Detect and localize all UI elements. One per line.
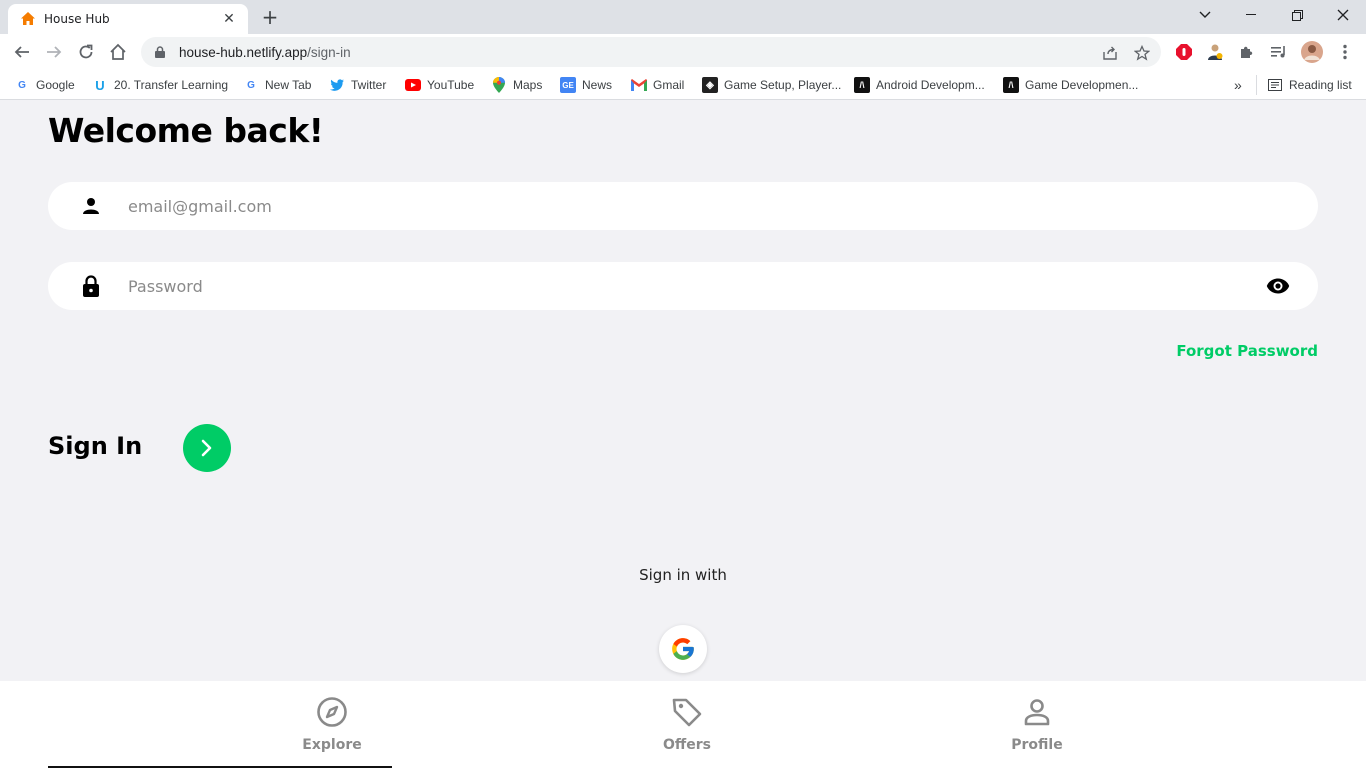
bookmark-youtube[interactable]: YouTube bbox=[405, 75, 474, 95]
chevron-right-icon bbox=[201, 439, 212, 457]
bottom-navbar: Explore Offers Profile bbox=[0, 681, 1366, 768]
minimize-icon[interactable] bbox=[1228, 0, 1274, 30]
forward-icon[interactable] bbox=[40, 38, 68, 66]
bookmark-google[interactable]: G Google bbox=[14, 75, 75, 95]
tab-strip: House Hub ✕ + bbox=[0, 0, 1366, 34]
restore-icon[interactable] bbox=[1274, 0, 1320, 30]
youtube-icon bbox=[405, 77, 421, 93]
sign-in-label: Sign In bbox=[48, 432, 143, 460]
email-field bbox=[48, 182, 1318, 230]
nav-profile[interactable]: Profile bbox=[977, 695, 1097, 753]
house-favicon-icon bbox=[20, 11, 36, 27]
bookmark-new-tab[interactable]: G New Tab bbox=[243, 75, 311, 95]
lock-icon bbox=[80, 275, 102, 297]
compass-icon bbox=[315, 695, 349, 729]
media-control-icon[interactable] bbox=[1269, 42, 1289, 62]
person-icon bbox=[1020, 695, 1054, 729]
browser-toolbar: house-hub.netlify.app/sign-in bbox=[0, 34, 1366, 70]
bookmarks-bar: G Google U 20. Transfer Learning G New T… bbox=[0, 70, 1366, 100]
bookmark-label: Game Developmen... bbox=[1025, 78, 1139, 92]
password-field bbox=[48, 262, 1318, 310]
bookmark-star-icon[interactable] bbox=[1133, 44, 1151, 62]
bookmark-label: Game Setup, Player... bbox=[724, 78, 842, 92]
person-icon bbox=[80, 195, 102, 217]
bookmark-label: New Tab bbox=[265, 78, 312, 92]
bookmark-news[interactable]: GE News bbox=[560, 75, 612, 95]
agent-extension-icon[interactable] bbox=[1205, 42, 1225, 62]
email-input[interactable] bbox=[128, 182, 1228, 230]
udemy-icon: U bbox=[95, 77, 105, 93]
bookmark-game-development[interactable]: /\ Game Developmen... bbox=[1003, 75, 1138, 95]
extensions-puzzle-icon[interactable] bbox=[1237, 42, 1257, 62]
tag-icon bbox=[670, 695, 704, 729]
bookmark-gmail[interactable]: Gmail bbox=[631, 75, 684, 95]
share-icon[interactable] bbox=[1101, 44, 1119, 62]
url-host: house-hub.netlify.app bbox=[179, 44, 308, 60]
show-password-icon[interactable] bbox=[1266, 275, 1290, 297]
google-icon: G bbox=[18, 79, 26, 91]
reading-list-icon bbox=[1267, 77, 1283, 93]
unreal-icon: /\ bbox=[854, 77, 870, 93]
browser-tab[interactable]: House Hub ✕ bbox=[8, 4, 248, 34]
sign-in-page: Welcome back! Forgot Password Sign In Si… bbox=[0, 101, 1366, 768]
nav-label: Offers bbox=[663, 737, 711, 753]
page-title: Welcome back! bbox=[48, 111, 324, 150]
bookmark-transfer-learning[interactable]: U 20. Transfer Learning bbox=[92, 75, 228, 95]
bookmark-label: Google bbox=[36, 78, 75, 92]
forgot-password-link[interactable]: Forgot Password bbox=[1176, 342, 1318, 360]
bookmark-label: News bbox=[582, 78, 613, 92]
tab-search-icon[interactable] bbox=[1182, 0, 1228, 30]
tab-title: House Hub bbox=[44, 12, 110, 26]
close-tab-icon[interactable]: ✕ bbox=[220, 10, 238, 28]
maps-icon bbox=[491, 77, 507, 93]
close-window-icon[interactable] bbox=[1320, 0, 1366, 30]
bookmark-label: YouTube bbox=[427, 78, 475, 92]
reading-list-label: Reading list bbox=[1289, 78, 1352, 92]
bookmark-label: Twitter bbox=[351, 78, 387, 92]
more-bookmarks-button[interactable]: » bbox=[1234, 75, 1242, 95]
sign-in-button[interactable] bbox=[183, 424, 231, 472]
bookmark-android-development[interactable]: /\ Android Developm... bbox=[854, 75, 985, 95]
adblock-extension-icon[interactable] bbox=[1174, 42, 1194, 62]
google-sign-in-button[interactable] bbox=[659, 625, 707, 673]
unreal-icon: /\ bbox=[1003, 77, 1019, 93]
sign-in-with-text: Sign in with bbox=[639, 566, 727, 584]
bookmark-twitter[interactable]: Twitter bbox=[329, 75, 386, 95]
new-tab-icon[interactable]: + bbox=[259, 5, 281, 29]
chrome-menu-icon[interactable] bbox=[1335, 42, 1355, 62]
reload-icon[interactable] bbox=[72, 38, 100, 66]
url-text: house-hub.netlify.app/sign-in bbox=[179, 45, 351, 60]
unity-icon: ◈ bbox=[702, 77, 718, 93]
bookmark-label: Android Developm... bbox=[876, 78, 985, 92]
password-input[interactable] bbox=[128, 262, 1228, 310]
news-icon: GE bbox=[560, 77, 576, 93]
nav-label: Explore bbox=[302, 737, 362, 753]
nav-offers[interactable]: Offers bbox=[627, 695, 747, 753]
nav-label: Profile bbox=[1011, 737, 1063, 753]
home-icon[interactable] bbox=[104, 38, 132, 66]
back-icon[interactable] bbox=[8, 38, 36, 66]
bookmark-label: 20. Transfer Learning bbox=[114, 78, 229, 92]
bookmark-maps[interactable]: Maps bbox=[491, 75, 542, 95]
gmail-icon bbox=[631, 77, 647, 93]
address-bar[interactable]: house-hub.netlify.app/sign-in bbox=[141, 37, 1161, 67]
google-icon bbox=[672, 638, 694, 660]
bookmark-label: Gmail bbox=[653, 78, 685, 92]
profile-avatar[interactable] bbox=[1300, 40, 1324, 64]
twitter-icon bbox=[329, 77, 345, 93]
bookmark-label: Maps bbox=[513, 78, 543, 92]
bookmark-game-setup[interactable]: ◈ Game Setup, Player... bbox=[702, 75, 841, 95]
reading-list-button[interactable]: Reading list bbox=[1256, 75, 1352, 95]
lock-icon[interactable] bbox=[153, 45, 167, 59]
nav-explore[interactable]: Explore bbox=[272, 695, 392, 753]
google-icon: G bbox=[247, 79, 255, 91]
url-path: /sign-in bbox=[307, 44, 351, 60]
